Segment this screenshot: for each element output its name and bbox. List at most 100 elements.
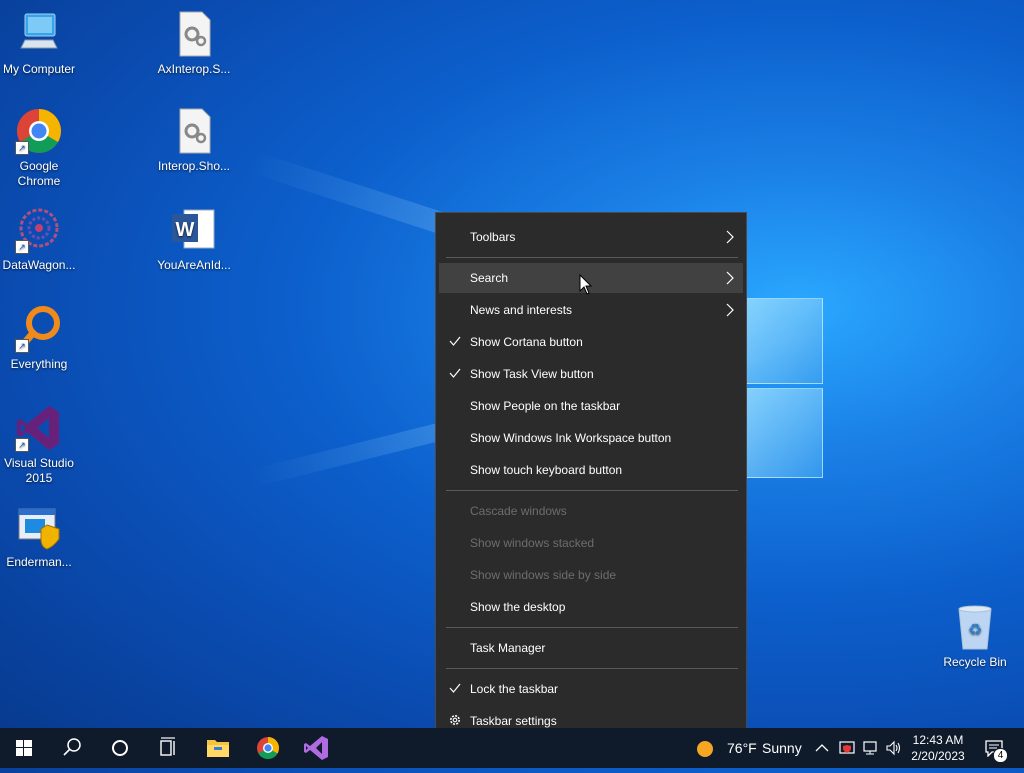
checkmark-icon — [449, 336, 461, 346]
desktop-icon-google-chrome[interactable]: ↗ Google Chrome — [1, 107, 77, 189]
menu-separator — [446, 668, 738, 669]
chrome-icon — [257, 737, 279, 759]
menu-item-task-manager[interactable]: Task Manager — [439, 633, 743, 663]
desktop-icon-visual-studio[interactable]: ↗ Visual Studio 2015 — [1, 404, 77, 486]
recycle-bin-icon: ♻ — [951, 603, 999, 651]
start-button[interactable] — [0, 728, 48, 768]
search-icon — [63, 738, 81, 756]
taskbar: 76°F Sunny 12:43 AM 2/20/2023 4 — [0, 728, 1024, 768]
installer-icon — [15, 503, 63, 551]
menu-item-show-task-view-button[interactable]: Show Task View button — [439, 359, 743, 389]
menu-item-news-and-interests[interactable]: News and interests — [439, 295, 743, 325]
chrome-taskbar-button[interactable] — [244, 728, 292, 768]
menu-item-label: News and interests — [470, 303, 573, 317]
menu-item-label: Search — [470, 271, 509, 285]
menu-item-show-cortana-button[interactable]: Show Cortana button — [439, 327, 743, 357]
menu-item-label: Show Task View button — [470, 367, 594, 381]
system-clock[interactable]: 12:43 AM 2/20/2023 — [903, 732, 973, 764]
visual-studio-taskbar-button[interactable] — [292, 728, 340, 768]
task-view-button[interactable] — [144, 728, 192, 768]
clock-date: 2/20/2023 — [911, 749, 965, 763]
weather-condition[interactable]: Sunny — [762, 740, 802, 756]
clock-time: 12:43 AM — [912, 733, 964, 747]
mouse-cursor-icon — [579, 274, 593, 295]
file-explorer-icon — [207, 740, 229, 757]
network-icon[interactable] — [862, 739, 880, 757]
svg-text:W: W — [176, 219, 195, 241]
desktop-icon-label: AxInterop.S... — [157, 62, 231, 76]
chevron-right-icon — [726, 230, 734, 244]
chevron-right-icon — [726, 303, 734, 317]
desktop-icon-label: Recycle Bin — [943, 655, 1007, 669]
desktop-icon-label: My Computer — [2, 62, 76, 76]
search-button[interactable] — [48, 728, 96, 768]
dll-file-icon — [170, 107, 218, 155]
menu-item-label: Taskbar settings — [470, 714, 557, 728]
computer-icon — [15, 10, 63, 58]
menu-item-label: Show Cortana button — [470, 335, 583, 349]
menu-separator — [446, 257, 738, 258]
chrome-icon: ↗ — [15, 107, 63, 155]
menu-item-label: Lock the taskbar — [470, 682, 559, 696]
shortcut-arrow-icon: ↗ — [15, 240, 29, 254]
desktop-icon-label: Google Chrome — [17, 159, 61, 188]
file-explorer-button[interactable] — [194, 728, 242, 768]
weather-temperature[interactable]: 76°F — [727, 740, 757, 756]
menu-separator — [446, 490, 738, 491]
gear-icon — [450, 715, 460, 725]
menu-item-lock-the-taskbar[interactable]: Lock the taskbar — [439, 674, 743, 704]
menu-item-show-windows-ink[interactable]: Show Windows Ink Workspace button — [439, 423, 743, 453]
shortcut-arrow-icon: ↗ — [15, 141, 29, 155]
desktop-icon-label: Visual Studio 2015 — [4, 456, 74, 485]
desktop-icon-label: Everything — [10, 357, 68, 371]
menu-item-label: Show People on the taskbar — [470, 399, 621, 413]
desktop-icon-label: Interop.Sho... — [157, 159, 231, 173]
start-icon — [16, 740, 32, 756]
desktop-icon-recycle-bin[interactable]: ♻ Recycle Bin — [937, 603, 1013, 670]
cortana-icon — [112, 740, 128, 756]
desktop-icon-everything[interactable]: ↗ Everything — [1, 305, 77, 372]
desktop-icon-datawagon[interactable]: ↗ DataWagon... — [1, 206, 77, 273]
menu-item-label: Cascade windows — [470, 504, 567, 518]
chevron-up-icon[interactable] — [814, 741, 830, 755]
security-shield-icon[interactable] — [838, 739, 856, 757]
everything-search-icon: ↗ — [15, 305, 63, 353]
notification-count-badge: 4 — [993, 748, 1008, 763]
desktop-icon-enderman[interactable]: Enderman... — [1, 503, 77, 570]
menu-item-label: Show touch keyboard button — [470, 463, 623, 477]
menu-item-label: Show windows stacked — [470, 536, 595, 550]
desktop-icon-label: DataWagon... — [2, 258, 76, 272]
menu-item-show-the-desktop[interactable]: Show the desktop — [439, 592, 743, 622]
visual-studio-icon — [304, 736, 328, 760]
dll-file-icon — [170, 10, 218, 58]
action-center-button[interactable]: 4 — [978, 728, 1024, 768]
menu-item-toolbars[interactable]: Toolbars — [439, 222, 743, 252]
word-document-icon: W — [170, 206, 218, 254]
menu-item-show-touch-keyboard[interactable]: Show touch keyboard button — [439, 455, 743, 485]
weather-sun-icon[interactable] — [696, 740, 714, 758]
visual-studio-icon: ↗ — [15, 404, 63, 452]
chevron-right-icon — [726, 271, 734, 285]
checkmark-icon — [449, 683, 461, 693]
task-view-icon — [160, 737, 175, 756]
shortcut-arrow-icon: ↗ — [15, 339, 29, 353]
checkmark-icon — [449, 368, 461, 378]
desktop-icon-interop-shell[interactable]: Interop.Sho... — [156, 107, 232, 174]
menu-item-show-windows-stacked: Show windows stacked — [439, 528, 743, 558]
menu-separator — [446, 627, 738, 628]
desktop-icon-word-document[interactable]: W YouAreAnId... — [156, 206, 232, 273]
windows-logo-wallpaper — [745, 290, 823, 480]
desktop-icon-label: YouAreAnId... — [157, 258, 231, 272]
volume-icon[interactable] — [885, 739, 903, 757]
desktop-icon-my-computer[interactable]: My Computer — [1, 10, 77, 77]
menu-item-show-people[interactable]: Show People on the taskbar — [439, 391, 743, 421]
shortcut-arrow-icon: ↗ — [15, 438, 29, 452]
svg-text:♻: ♻ — [968, 620, 982, 639]
menu-item-show-windows-side-by-side: Show windows side by side — [439, 560, 743, 590]
menu-item-label: Task Manager — [470, 641, 546, 655]
desktop-icon-axinterop[interactable]: AxInterop.S... — [156, 10, 232, 77]
desktop-icon-label: Enderman... — [6, 555, 72, 569]
datawagon-icon: ↗ — [15, 206, 63, 254]
cortana-button[interactable] — [96, 728, 144, 768]
menu-item-label: Show the desktop — [470, 600, 566, 614]
